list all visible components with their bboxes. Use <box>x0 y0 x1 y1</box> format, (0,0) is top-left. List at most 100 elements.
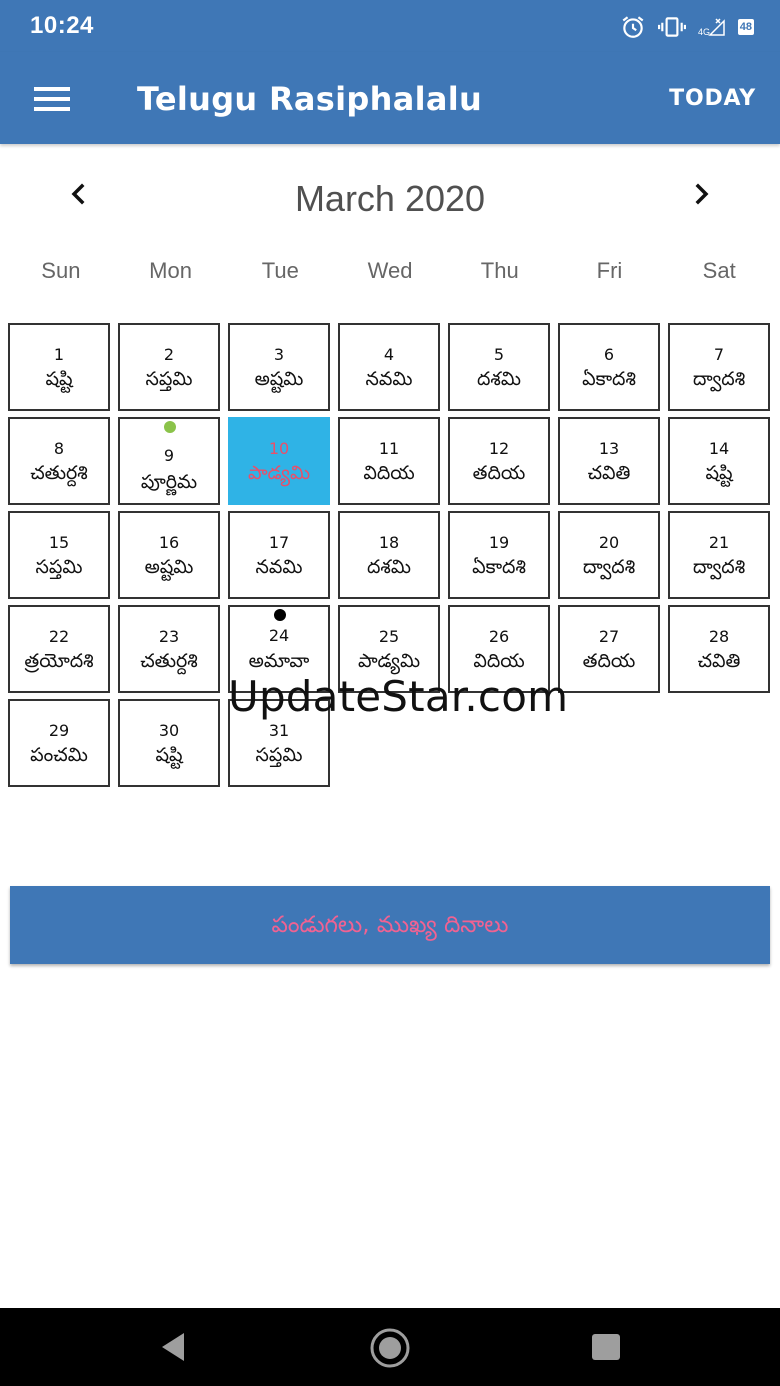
weekday-sat: Sat <box>702 258 736 283</box>
weekday-fri: Fri <box>596 258 623 283</box>
day-cell[interactable]: 4 నవమి <box>338 323 440 411</box>
day-number: 23 <box>158 627 180 646</box>
day-number: 21 <box>708 533 730 552</box>
alarm-icon <box>622 16 644 38</box>
day-number: 1 <box>53 345 65 364</box>
day-number: 27 <box>598 627 620 646</box>
weekday-mon: Mon <box>149 258 192 283</box>
day-cell[interactable]: 1 షష్టి <box>8 323 110 411</box>
app-title: Telugu Rasiphalalu <box>137 80 483 118</box>
day-number: 14 <box>708 439 730 458</box>
day-number: 5 <box>493 345 505 364</box>
day-cell[interactable]: 27 తదియ <box>558 605 660 693</box>
day-cell[interactable]: 8 చతుర్దశి <box>8 417 110 505</box>
battery-icon: 48 <box>737 19 754 35</box>
day-tithi: అష్టమి <box>254 368 304 390</box>
menu-icon[interactable] <box>34 87 70 111</box>
day-number: 16 <box>158 533 180 552</box>
day-number: 28 <box>708 627 730 646</box>
day-cell[interactable]: 12 తదియ <box>448 417 550 505</box>
home-icon[interactable] <box>368 1328 412 1372</box>
day-tithi: ఏకాదశి <box>582 368 636 390</box>
weekday-sun: Sun <box>41 258 81 283</box>
day-number: 8 <box>53 439 65 458</box>
recent-apps-icon[interactable] <box>590 1328 622 1370</box>
day-number: 29 <box>48 721 70 740</box>
day-tithi: దశమి <box>477 368 521 390</box>
day-cell[interactable]: 16 అష్టమి <box>118 511 220 599</box>
day-cell[interactable]: 29 పంచమి <box>8 699 110 787</box>
network-label: 4G <box>698 27 710 37</box>
day-cell[interactable]: 10 పాడ్యమి <box>228 417 330 505</box>
signal-icon: 4G <box>698 18 725 37</box>
day-cell[interactable]: 2 సప్తమి <box>118 323 220 411</box>
day-cell[interactable]: 28 చవితి <box>668 605 770 693</box>
day-cell[interactable]: 18 దశమి <box>338 511 440 599</box>
day-number: 22 <box>48 627 70 646</box>
day-number: 12 <box>488 439 510 458</box>
day-cell[interactable]: 20 ద్వాదశి <box>558 511 660 599</box>
day-cell[interactable]: 11 విదియ <box>338 417 440 505</box>
festivals-button[interactable]: పండుగలు, ముఖ్య దినాలు <box>10 886 770 964</box>
day-cell[interactable]: 23 చతుర్దశి <box>118 605 220 693</box>
day-cell[interactable]: 9 పూర్ణిమ <box>118 417 220 505</box>
day-cell[interactable]: 15 సప్తమి <box>8 511 110 599</box>
event-dot-black <box>274 609 286 621</box>
day-tithi: త్రయోదశి <box>24 650 94 672</box>
day-tithi: తదియ <box>582 650 636 672</box>
day-tithi: అష్టమి <box>144 556 194 578</box>
day-tithi: సప్తమి <box>145 368 193 390</box>
day-cell[interactable]: 19 ఏకాదశి <box>448 511 550 599</box>
day-cell[interactable]: 3 అష్టమి <box>228 323 330 411</box>
day-number: 24 <box>268 626 290 645</box>
day-tithi: ద్వాదశి <box>692 368 746 390</box>
day-cell[interactable]: 7 ద్వాదశి <box>668 323 770 411</box>
month-title: March 2020 <box>294 178 486 219</box>
day-number: 9 <box>163 446 175 465</box>
day-cell[interactable]: 30 షష్టి <box>118 699 220 787</box>
day-number: 6 <box>603 345 615 364</box>
back-icon[interactable] <box>156 1328 188 1370</box>
day-tithi: ద్వాదశి <box>692 556 746 578</box>
day-tithi: నవమి <box>365 368 413 390</box>
day-tithi: ద్వాదశి <box>582 556 636 578</box>
chevron-right-icon[interactable] <box>684 176 720 212</box>
day-tithi: షష్టి <box>45 368 73 390</box>
day-number: 18 <box>378 533 400 552</box>
day-number: 11 <box>378 439 400 458</box>
day-tithi: షష్టి <box>705 462 733 484</box>
weekday-thu: Thu <box>480 258 519 283</box>
day-cell[interactable]: 21 ద్వాదశి <box>668 511 770 599</box>
watermark-text: UpdateStar.com <box>228 672 569 721</box>
day-tithi: చతుర్దశి <box>30 462 88 484</box>
day-tithi: విదియ <box>363 462 415 484</box>
day-cell[interactable]: 22 త్రయోదశి <box>8 605 110 693</box>
day-number: 3 <box>273 345 285 364</box>
day-tithi: తదియ <box>472 462 526 484</box>
day-number: 17 <box>268 533 290 552</box>
day-tithi: ఏకాదశి <box>472 556 526 578</box>
status-icons: 4G 48 <box>620 14 754 40</box>
day-cell[interactable]: 6 ఏకాదశి <box>558 323 660 411</box>
day-number: 25 <box>378 627 400 646</box>
day-number: 13 <box>598 439 620 458</box>
day-tithi: పంచమి <box>30 744 88 766</box>
day-cell[interactable]: 14 షష్టి <box>668 417 770 505</box>
day-tithi: పాడ్యమి <box>247 462 311 484</box>
day-tithi: సప్తమి <box>35 556 83 578</box>
day-tithi: దశమి <box>367 556 411 578</box>
vibrate-icon <box>657 17 686 37</box>
day-cell[interactable]: 17 నవమి <box>228 511 330 599</box>
day-number: 2 <box>163 345 175 364</box>
day-number: 19 <box>488 533 510 552</box>
day-tithi: సప్తమి <box>255 744 303 766</box>
day-tithi: చవితి <box>587 462 631 484</box>
day-cell[interactable]: 13 చవితి <box>558 417 660 505</box>
status-time: 10:24 <box>30 12 94 39</box>
day-number: 4 <box>383 345 395 364</box>
day-cell[interactable]: 5 దశమి <box>448 323 550 411</box>
today-button[interactable]: TODAY <box>669 86 756 111</box>
day-number: 26 <box>488 627 510 646</box>
day-number: 20 <box>598 533 620 552</box>
day-number: 15 <box>48 533 70 552</box>
